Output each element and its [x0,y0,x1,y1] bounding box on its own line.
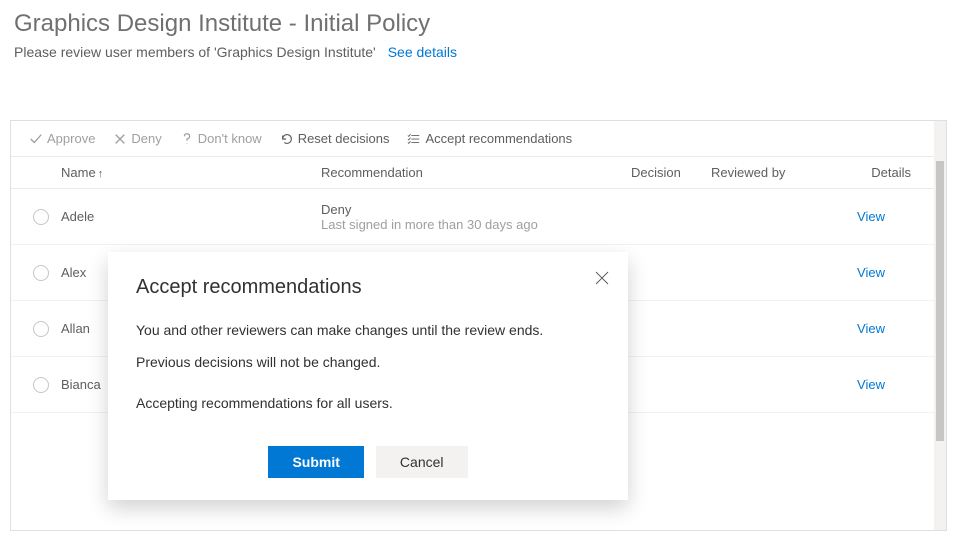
checkmark-icon [29,132,43,146]
submit-button[interactable]: Submit [268,446,363,478]
close-icon [594,270,610,286]
page-subtitle: Please review user members of 'Graphics … [14,44,376,60]
view-link[interactable]: View [831,321,911,336]
row-select-radio[interactable] [33,377,49,393]
view-link[interactable]: View [831,209,911,224]
table-row[interactable]: Adele Deny Last signed in more than 30 d… [11,189,946,245]
accept-recommendations-dialog: Accept recommendations You and other rev… [108,252,628,500]
dialog-text-2: Previous decisions will not be changed. [136,353,600,373]
row-select-radio[interactable] [33,265,49,281]
col-header-reviewed-by[interactable]: Reviewed by [711,165,831,180]
scrollbar[interactable] [934,121,946,530]
question-icon [180,132,194,146]
see-details-link[interactable]: See details [388,44,457,60]
close-button[interactable] [594,270,610,286]
col-header-details[interactable]: Details [831,165,911,180]
dont-know-button[interactable]: Don't know [180,131,262,146]
col-header-decision[interactable]: Decision [631,165,711,180]
reset-decisions-button[interactable]: Reset decisions [280,131,390,146]
sort-asc-icon: ↑ [98,168,104,180]
dialog-text-3: Accepting recommendations for all users. [136,394,600,414]
toolbar: Approve Deny Don't know Reset decisions … [11,121,946,156]
col-header-name[interactable]: Name↑ [61,165,321,180]
scrollbar-thumb[interactable] [936,161,944,441]
row-select-radio[interactable] [33,321,49,337]
table-header-row: Name↑ Recommendation Decision Reviewed b… [11,156,946,189]
cell-recommendation: Deny Last signed in more than 30 days ag… [321,202,631,232]
cancel-button[interactable]: Cancel [376,446,468,478]
row-select-radio[interactable] [33,209,49,225]
view-link[interactable]: View [831,265,911,280]
view-link[interactable]: View [831,377,911,392]
col-header-recommendation[interactable]: Recommendation [321,165,631,180]
deny-button[interactable]: Deny [113,131,161,146]
list-check-icon [407,132,421,146]
accept-recommendations-button[interactable]: Accept recommendations [407,131,572,146]
dialog-text-1: You and other reviewers can make changes… [136,321,600,341]
refresh-icon [280,132,294,146]
cell-name: Adele [61,209,321,224]
page-title: Graphics Design Institute - Initial Poli… [14,10,943,38]
dialog-title: Accept recommendations [136,276,600,299]
x-icon [113,132,127,146]
approve-button[interactable]: Approve [29,131,95,146]
